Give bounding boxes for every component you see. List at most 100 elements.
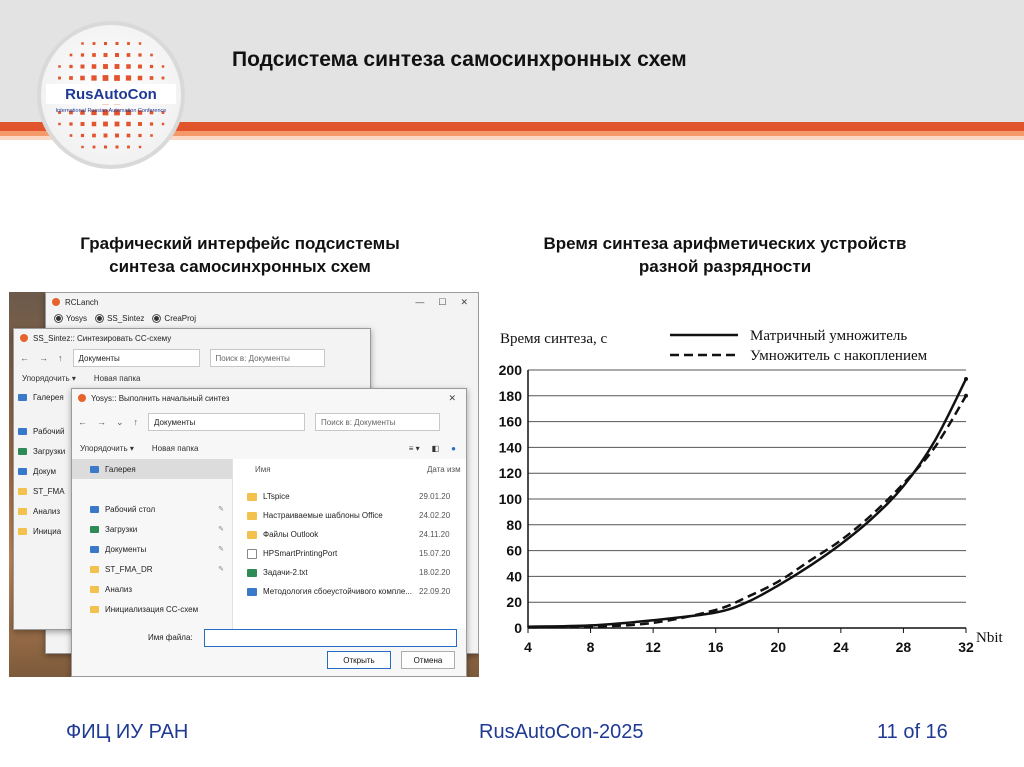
file-name: Методология сбоеустойчивого компле...	[263, 587, 412, 596]
launcher-options: Yosys SS_Sintez CreaProj	[46, 311, 478, 325]
path-box[interactable]: Документы	[72, 349, 200, 367]
sidebar-item[interactable]: Загрузки ✎	[72, 519, 232, 539]
file-icon	[247, 548, 257, 559]
file-row[interactable]: Настраиваемые шаблоны Office 24.02.20	[233, 506, 466, 525]
preview-pane-icon[interactable]: ◧	[432, 444, 440, 453]
open-button[interactable]: Открыть	[327, 651, 391, 669]
yosys-dialog: Yosys:: Выполнить начальный синтез ✕ ← →…	[71, 388, 467, 677]
file-date: 22.09.20	[419, 587, 451, 596]
logo-dot	[80, 133, 85, 138]
new-folder-button[interactable]: Новая папка	[94, 374, 141, 383]
search-placeholder: Поиск в: Документы	[321, 417, 396, 427]
right-caption: Время синтеза арифметических устройств р…	[490, 232, 960, 278]
sidebar-item-label: Рабочий	[33, 426, 65, 436]
sidebar-item[interactable]: ST_FMA_DR ✎	[72, 559, 232, 579]
logo-dot	[126, 133, 131, 138]
file-row[interactable]: LTspice 29.01.20	[233, 487, 466, 506]
back-icon[interactable]: ←	[20, 353, 29, 363]
sidebar-item[interactable]: Анализ	[14, 501, 74, 521]
series-endpoint	[964, 377, 968, 382]
option-creaproj[interactable]: CreaProj	[152, 313, 196, 323]
column-header-name[interactable]: Имя	[233, 465, 427, 474]
sidebar-item[interactable]: ST_FMA	[14, 481, 74, 501]
logo-dot	[114, 64, 120, 69]
sidebar-item-label: ST_FMA	[33, 486, 65, 496]
option-yosys[interactable]: Yosys	[54, 313, 87, 323]
logo-dot	[150, 134, 153, 137]
logo-dot	[81, 145, 84, 149]
logo-dot	[69, 76, 73, 80]
radio-icon	[152, 313, 162, 323]
sidebar-item[interactable]: Докум	[14, 461, 74, 481]
logo-dot	[149, 76, 154, 80]
file-row[interactable]: Методология сбоеустойчивого компле... 22.…	[233, 582, 466, 601]
logo-dot	[103, 41, 108, 46]
sidebar-item[interactable]: Документы ✎	[72, 539, 232, 559]
filename-label: Имя файла:	[148, 633, 193, 642]
logo-dot	[149, 122, 154, 126]
sidebar-item[interactable]: Рабочий	[14, 421, 74, 441]
file-date: 15.07.20	[419, 549, 451, 558]
sidebar-item-label: Галерея	[105, 464, 136, 474]
help-icon[interactable]: ●	[451, 444, 456, 453]
sidebar-item[interactable]: Инициа	[14, 521, 74, 541]
close-icon[interactable]: ✕	[448, 393, 456, 404]
logo-dot	[91, 64, 97, 69]
sidebar-item[interactable]: Инициализация СС-схем	[72, 599, 232, 619]
close-icon[interactable]: ✕	[460, 297, 468, 308]
y-tick-label: 80	[506, 517, 522, 533]
option-ss-sintez[interactable]: SS_Sintez	[95, 313, 144, 323]
sidebar-item[interactable]: Галерея	[14, 387, 74, 407]
forward-icon[interactable]: →	[97, 417, 106, 427]
cancel-button[interactable]: Отмена	[401, 651, 455, 669]
file-name: HPSmartPrintingPort	[263, 549, 338, 558]
dialog2-title: Yosys:: Выполнить начальный синтез	[91, 393, 230, 403]
folder-icon	[90, 605, 99, 613]
column-header-date[interactable]: Дата изм	[427, 465, 461, 474]
page-title: Подсистема синтеза самосинхронных схем	[232, 48, 687, 71]
radio-icon	[95, 313, 105, 323]
logo-dot	[114, 121, 120, 127]
back-icon[interactable]: ←	[78, 417, 87, 427]
organize-button[interactable]: Упорядочить ▾	[80, 444, 134, 453]
y-tick-label: 60	[506, 543, 522, 559]
sidebar-item-label: Рабочий стол	[105, 504, 156, 514]
logo-dot	[150, 53, 153, 57]
sidebar-item[interactable]: Рабочий стол ✎	[72, 499, 232, 519]
sidebar-item[interactable]: Анализ	[72, 579, 232, 599]
sidebar-item-label: Докум	[33, 466, 56, 476]
view-menu-icon[interactable]: ≡ ▾	[409, 444, 420, 453]
sidebar-item-label: Инициализация СС-схем	[105, 604, 199, 614]
series-line	[527, 378, 968, 628]
logo-dot	[127, 145, 130, 149]
logo-dot	[91, 75, 97, 81]
launcher-titlebar: RCLanch — ☐ ✕	[46, 293, 478, 311]
forward-icon[interactable]: →	[39, 353, 48, 363]
logo-dot	[92, 145, 96, 149]
logo-dot	[92, 53, 96, 57]
up-icon[interactable]: ↑	[58, 353, 63, 363]
sidebar-item-label: Анализ	[33, 506, 61, 516]
file-row[interactable]: HPSmartPrintingPort 15.07.20	[233, 544, 466, 563]
search-input[interactable]: Поиск в: Документы	[315, 413, 441, 431]
gallery-icon	[18, 393, 27, 401]
chevron-down-icon[interactable]: ⌄	[116, 417, 124, 428]
documents-icon	[90, 545, 99, 553]
dialog1-titlebar: SS_Sintez:: Синтезировать СС-схему	[14, 329, 370, 347]
maximize-icon[interactable]: ☐	[438, 297, 446, 308]
logo-dot	[69, 64, 73, 69]
file-row[interactable]: Файлы Outlook 24.11.20	[233, 525, 466, 544]
file-row[interactable]: Задачи-2.txt 18.02.20	[233, 563, 466, 582]
filename-input[interactable]	[204, 629, 457, 647]
logo-dot	[115, 53, 119, 57]
footer-conference: RusAutoCon-2025	[479, 721, 644, 743]
organize-button[interactable]: Упорядочить ▾	[22, 374, 76, 383]
logo-dot	[103, 145, 108, 149]
sidebar-item[interactable]: Галерея	[72, 459, 232, 479]
sidebar-item[interactable]: Загрузки	[14, 441, 74, 461]
minimize-icon[interactable]: —	[415, 297, 424, 308]
up-icon[interactable]: ↑	[134, 417, 139, 427]
new-folder-button[interactable]: Новая папка	[152, 444, 199, 453]
search-input[interactable]: Поиск в: Документы	[209, 349, 325, 367]
path-box[interactable]: Документы	[148, 413, 306, 431]
